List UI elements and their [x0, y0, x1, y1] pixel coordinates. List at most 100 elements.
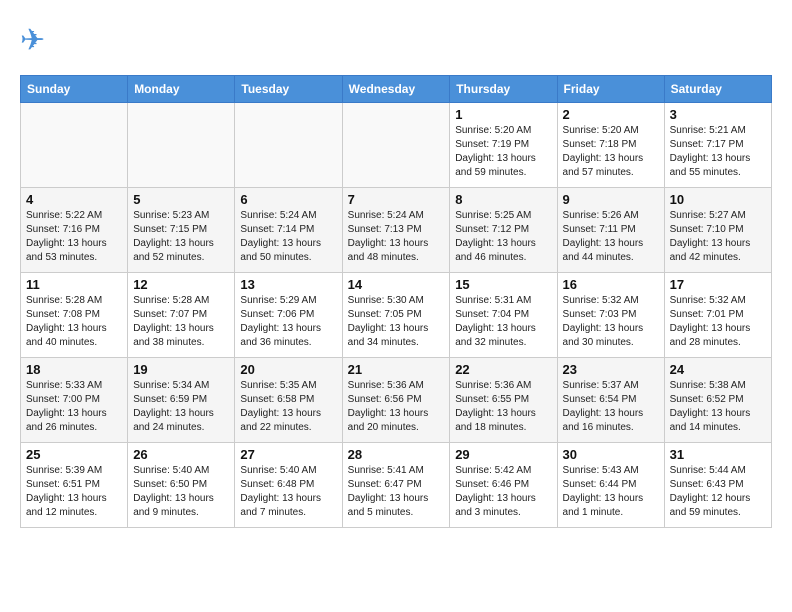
- day-info: Sunrise: 5:21 AMSunset: 7:17 PMDaylight:…: [670, 124, 766, 180]
- calendar-day: 20 Sunrise: 5:35 AMSunset: 6:58 PMDayligh…: [235, 358, 342, 443]
- calendar-table: SundayMondayTuesdayWednesdayThursdayFrid…: [20, 75, 772, 528]
- day-number: 20: [240, 362, 336, 377]
- col-header-tuesday: Tuesday: [235, 76, 342, 103]
- col-header-friday: Friday: [557, 76, 664, 103]
- calendar-day: 17Sunrise: 5:32 AMSunset: 7:01 PMDayligh…: [664, 273, 771, 358]
- day-number: 12: [133, 277, 229, 292]
- logo: ✈: [20, 20, 68, 65]
- day-info: Sunrise: 5:22 AMSunset: 7:16 PMDaylight:…: [26, 209, 122, 265]
- col-header-thursday: Thursday: [450, 76, 557, 103]
- day-number: 13: [240, 277, 336, 292]
- calendar-day: 18 Sunrise: 5:33 AMSunset: 7:00 PMDayligh…: [21, 358, 128, 443]
- calendar-day: 24Sunrise: 5:38 AMSunset: 6:52 PMDayligh…: [664, 358, 771, 443]
- calendar-day: 7 Sunrise: 5:24 AMSunset: 7:13 PMDaylight…: [342, 188, 450, 273]
- calendar-week-2: 4 Sunrise: 5:22 AMSunset: 7:16 PMDaylight…: [21, 188, 772, 273]
- day-info: Sunrise: 5:30 AMSunset: 7:05 PMDaylight:…: [348, 294, 445, 350]
- day-info: Sunrise: 5:28 AMSunset: 7:07 PMDaylight:…: [133, 294, 229, 350]
- logo-icon: ✈: [20, 20, 64, 65]
- calendar-week-3: 11 Sunrise: 5:28 AMSunset: 7:08 PMDayligh…: [21, 273, 772, 358]
- day-info: Sunrise: 5:40 AMSunset: 6:50 PMDaylight:…: [133, 464, 229, 520]
- day-info: Sunrise: 5:23 AMSunset: 7:15 PMDaylight:…: [133, 209, 229, 265]
- calendar-day: 15Sunrise: 5:31 AMSunset: 7:04 PMDayligh…: [450, 273, 557, 358]
- calendar-day: 23 Sunrise: 5:37 AMSunset: 6:54 PMDayligh…: [557, 358, 664, 443]
- calendar-day: 11 Sunrise: 5:28 AMSunset: 7:08 PMDayligh…: [21, 273, 128, 358]
- calendar-week-1: 1Sunrise: 5:20 AMSunset: 7:19 PMDaylight…: [21, 103, 772, 188]
- day-info: Sunrise: 5:32 AMSunset: 7:03 PMDaylight:…: [563, 294, 659, 350]
- day-info: Sunrise: 5:20 AMSunset: 7:18 PMDaylight:…: [563, 124, 659, 180]
- page-header: ✈: [20, 20, 772, 65]
- day-info: Sunrise: 5:35 AMSunset: 6:58 PMDaylight:…: [240, 379, 336, 435]
- day-number: 7: [348, 192, 445, 207]
- day-number: 25: [26, 447, 122, 462]
- calendar-day: 29 Sunrise: 5:42 AMSunset: 6:46 PMDayligh…: [450, 443, 557, 528]
- day-number: 23: [563, 362, 659, 377]
- day-number: 17: [670, 277, 766, 292]
- day-number: 28: [348, 447, 445, 462]
- day-info: Sunrise: 5:24 AMSunset: 7:13 PMDaylight:…: [348, 209, 445, 265]
- day-number: 19: [133, 362, 229, 377]
- day-info: Sunrise: 5:28 AMSunset: 7:08 PMDaylight:…: [26, 294, 122, 350]
- day-info: Sunrise: 5:37 AMSunset: 6:54 PMDaylight:…: [563, 379, 659, 435]
- day-number: 4: [26, 192, 122, 207]
- day-number: 18: [26, 362, 122, 377]
- calendar-day: 30 Sunrise: 5:43 AMSunset: 6:44 PMDayligh…: [557, 443, 664, 528]
- calendar-day: 1Sunrise: 5:20 AMSunset: 7:19 PMDaylight…: [450, 103, 557, 188]
- day-number: 3: [670, 107, 766, 122]
- calendar-day: 13 Sunrise: 5:29 AMSunset: 7:06 PMDayligh…: [235, 273, 342, 358]
- calendar-day: 14Sunrise: 5:30 AMSunset: 7:05 PMDayligh…: [342, 273, 450, 358]
- calendar-day: 9 Sunrise: 5:26 AMSunset: 7:11 PMDaylight…: [557, 188, 664, 273]
- calendar-day: 16 Sunrise: 5:32 AMSunset: 7:03 PMDayligh…: [557, 273, 664, 358]
- day-info: Sunrise: 5:34 AMSunset: 6:59 PMDaylight:…: [133, 379, 229, 435]
- col-header-wednesday: Wednesday: [342, 76, 450, 103]
- day-info: Sunrise: 5:31 AMSunset: 7:04 PMDaylight:…: [455, 294, 551, 350]
- calendar-day: 25 Sunrise: 5:39 AMSunset: 6:51 PMDayligh…: [21, 443, 128, 528]
- calendar-week-5: 25 Sunrise: 5:39 AMSunset: 6:51 PMDayligh…: [21, 443, 772, 528]
- col-header-sunday: Sunday: [21, 76, 128, 103]
- day-info: Sunrise: 5:42 AMSunset: 6:46 PMDaylight:…: [455, 464, 551, 520]
- day-info: Sunrise: 5:29 AMSunset: 7:06 PMDaylight:…: [240, 294, 336, 350]
- calendar-day: 22 Sunrise: 5:36 AMSunset: 6:55 PMDayligh…: [450, 358, 557, 443]
- day-number: 22: [455, 362, 551, 377]
- day-number: 8: [455, 192, 551, 207]
- day-info: Sunrise: 5:36 AMSunset: 6:55 PMDaylight:…: [455, 379, 551, 435]
- calendar-day: 28 Sunrise: 5:41 AMSunset: 6:47 PMDayligh…: [342, 443, 450, 528]
- day-number: 27: [240, 447, 336, 462]
- day-number: 11: [26, 277, 122, 292]
- day-number: 24: [670, 362, 766, 377]
- day-number: 16: [563, 277, 659, 292]
- day-info: Sunrise: 5:27 AMSunset: 7:10 PMDaylight:…: [670, 209, 766, 265]
- svg-text:✈: ✈: [20, 24, 45, 57]
- calendar-day: [235, 103, 342, 188]
- day-info: Sunrise: 5:41 AMSunset: 6:47 PMDaylight:…: [348, 464, 445, 520]
- day-info: Sunrise: 5:24 AMSunset: 7:14 PMDaylight:…: [240, 209, 336, 265]
- calendar-day: 21Sunrise: 5:36 AMSunset: 6:56 PMDayligh…: [342, 358, 450, 443]
- day-number: 10: [670, 192, 766, 207]
- day-number: 30: [563, 447, 659, 462]
- day-info: Sunrise: 5:44 AMSunset: 6:43 PMDaylight:…: [670, 464, 766, 520]
- day-info: Sunrise: 5:40 AMSunset: 6:48 PMDaylight:…: [240, 464, 336, 520]
- calendar-day: 4 Sunrise: 5:22 AMSunset: 7:16 PMDaylight…: [21, 188, 128, 273]
- calendar-day: [128, 103, 235, 188]
- day-info: Sunrise: 5:20 AMSunset: 7:19 PMDaylight:…: [455, 124, 551, 180]
- calendar-day: [342, 103, 450, 188]
- calendar-week-4: 18 Sunrise: 5:33 AMSunset: 7:00 PMDayligh…: [21, 358, 772, 443]
- day-number: 29: [455, 447, 551, 462]
- day-number: 9: [563, 192, 659, 207]
- day-info: Sunrise: 5:43 AMSunset: 6:44 PMDaylight:…: [563, 464, 659, 520]
- calendar-day: 8 Sunrise: 5:25 AMSunset: 7:12 PMDaylight…: [450, 188, 557, 273]
- day-info: Sunrise: 5:39 AMSunset: 6:51 PMDaylight:…: [26, 464, 122, 520]
- calendar-day: 31Sunrise: 5:44 AMSunset: 6:43 PMDayligh…: [664, 443, 771, 528]
- day-info: Sunrise: 5:25 AMSunset: 7:12 PMDaylight:…: [455, 209, 551, 265]
- calendar-header-row: SundayMondayTuesdayWednesdayThursdayFrid…: [21, 76, 772, 103]
- calendar-day: 3 Sunrise: 5:21 AMSunset: 7:17 PMDaylight…: [664, 103, 771, 188]
- calendar-day: 12 Sunrise: 5:28 AMSunset: 7:07 PMDayligh…: [128, 273, 235, 358]
- day-info: Sunrise: 5:33 AMSunset: 7:00 PMDaylight:…: [26, 379, 122, 435]
- calendar-day: 19 Sunrise: 5:34 AMSunset: 6:59 PMDayligh…: [128, 358, 235, 443]
- col-header-saturday: Saturday: [664, 76, 771, 103]
- day-number: 5: [133, 192, 229, 207]
- day-info: Sunrise: 5:26 AMSunset: 7:11 PMDaylight:…: [563, 209, 659, 265]
- col-header-monday: Monday: [128, 76, 235, 103]
- calendar-day: 5 Sunrise: 5:23 AMSunset: 7:15 PMDaylight…: [128, 188, 235, 273]
- calendar-day: 26 Sunrise: 5:40 AMSunset: 6:50 PMDayligh…: [128, 443, 235, 528]
- day-number: 26: [133, 447, 229, 462]
